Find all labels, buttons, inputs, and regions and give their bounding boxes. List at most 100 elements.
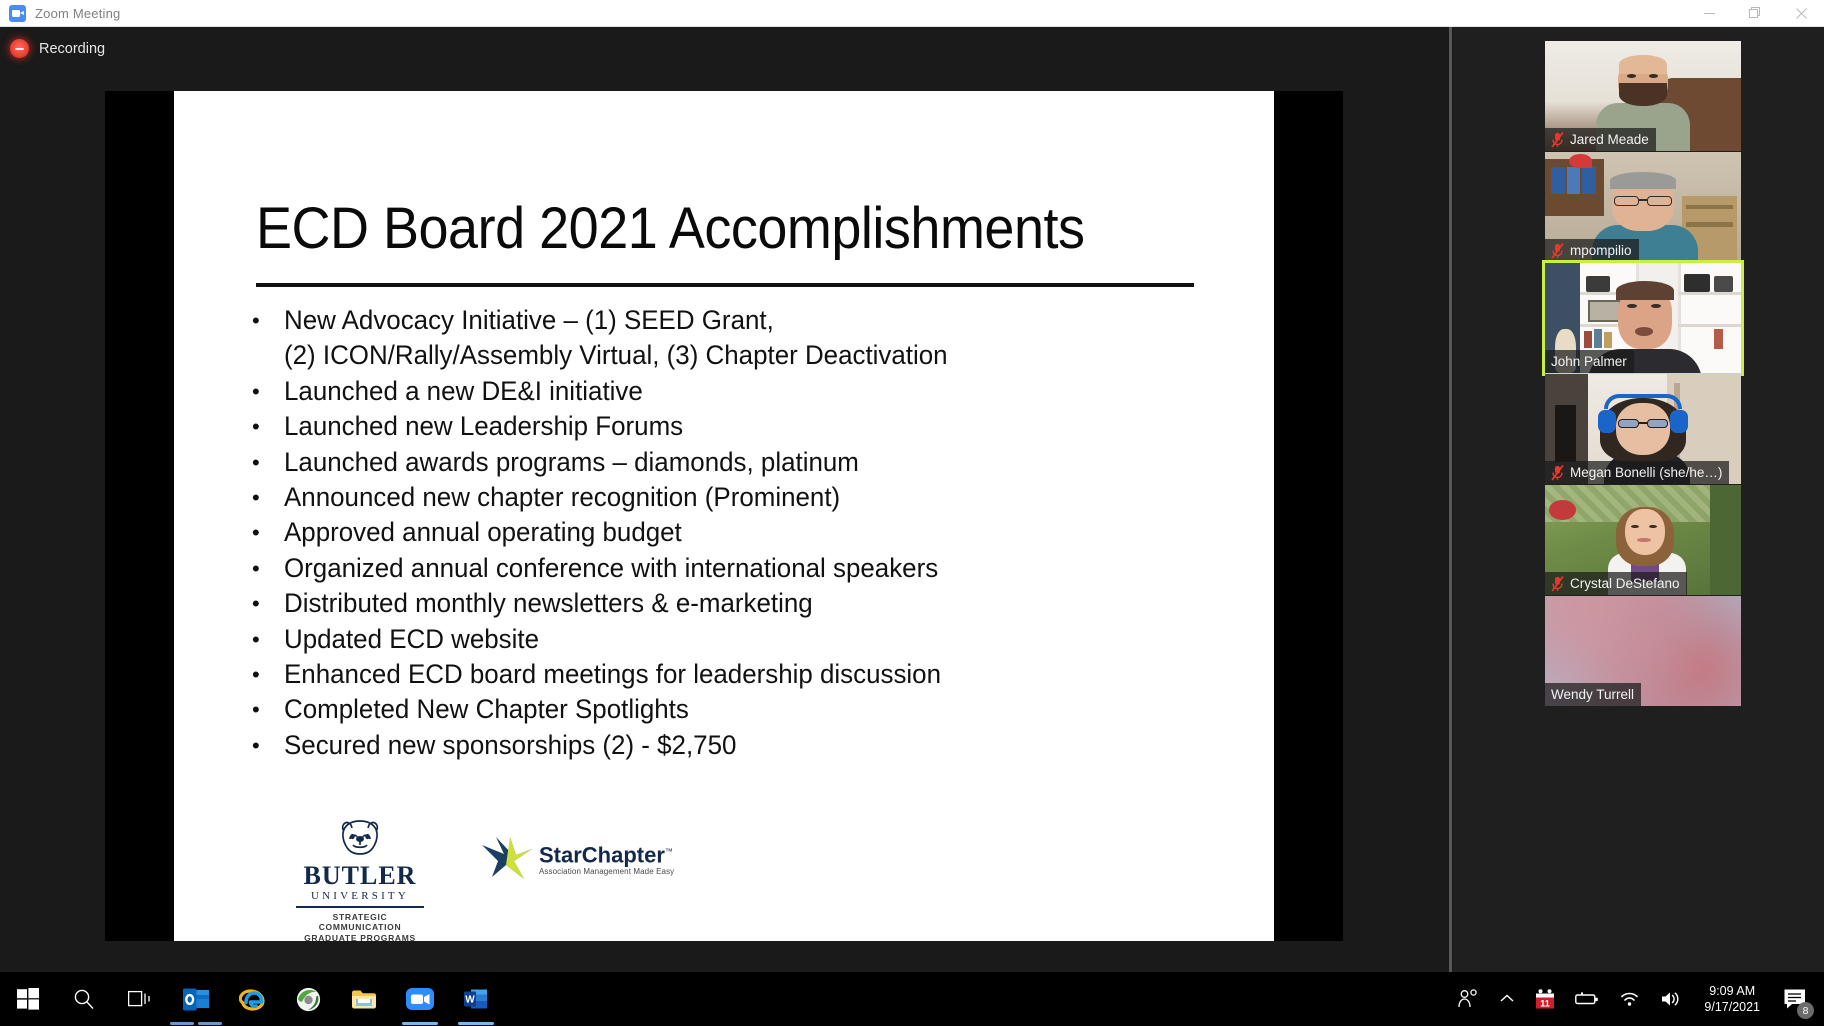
mute-mic-icon xyxy=(1551,243,1564,259)
participant-tile[interactable]: mpompilio xyxy=(1545,152,1741,262)
butler-wordmark: BUTLER xyxy=(303,861,417,890)
window-titlebar: Zoom Meeting xyxy=(0,0,1824,27)
slide-bullet: • Enhanced ECD board meetings for leaders… xyxy=(252,657,1232,692)
task-view-button[interactable] xyxy=(112,972,168,1026)
participant-nameplate: John Palmer xyxy=(1545,350,1634,373)
people-icon[interactable] xyxy=(1447,972,1489,1026)
bullet-marker-icon: • xyxy=(252,520,260,546)
zoom-button[interactable] xyxy=(392,972,448,1026)
bullet-text: Distributed monthly newsletters & e-mark… xyxy=(284,588,813,619)
bullet-text: Enhanced ECD board meetings for leadersh… xyxy=(284,659,942,690)
shared-screen-area[interactable]: ECD Board 2021 Accomplishments • New Advo… xyxy=(0,27,1448,999)
butler-tagline-line1: STRATEGIC COMMUNICATION xyxy=(318,911,402,933)
slide-bullet: • Launched awards programs – diamonds, pl… xyxy=(252,445,1232,480)
mute-mic-icon xyxy=(1551,465,1564,481)
participant-tile[interactable]: Megan Bonelli (she/he…) xyxy=(1545,374,1741,484)
starchapter-tagline: Association Management Made Easy xyxy=(539,867,675,877)
slide-bullet: • Updated ECD website xyxy=(252,622,1232,657)
starchapter-star-icon xyxy=(480,835,532,881)
participant-filmstrip: Jared Meade mpompilio John Palmer Megan … xyxy=(1453,27,1824,999)
participant-name: mpompilio xyxy=(1570,243,1632,258)
bullet-text: New Advocacy Initiative – (1) SEED Grant… xyxy=(284,305,948,371)
slide-logos: BUTLER UNIVERSITY STRATEGIC COMMUNICATIO… xyxy=(294,817,674,941)
bullet-text: Launched a new DE&I initiative xyxy=(284,375,643,406)
participant-name: Jared Meade xyxy=(1570,132,1649,147)
participant-name: Crystal DeStefano xyxy=(1570,576,1680,591)
butler-university-logo: BUTLER UNIVERSITY STRATEGIC COMMUNICATIO… xyxy=(294,817,426,941)
search-button[interactable] xyxy=(56,972,112,1026)
bullet-marker-icon: • xyxy=(252,485,260,511)
starchapter-wordmark: StarChapter xyxy=(539,842,665,868)
bullet-text: Launched awards programs – diamonds, pla… xyxy=(284,446,859,477)
butler-subtitle: UNIVERSITY xyxy=(311,890,409,902)
participant-tile[interactable]: Wendy Turrell xyxy=(1545,596,1741,706)
participant-name: Wendy Turrell xyxy=(1551,687,1635,702)
bullet-text: Organized annual conference with interna… xyxy=(284,552,939,583)
slide-title: ECD Board 2021 Accomplishments xyxy=(256,196,1085,261)
taskbar-apps: W xyxy=(0,972,504,1026)
outlook-button[interactable] xyxy=(168,972,224,1026)
participant-tile[interactable]: Crystal DeStefano xyxy=(1545,485,1741,595)
svg-text:W: W xyxy=(465,994,475,1005)
bullet-marker-icon: • xyxy=(252,449,260,475)
participant-tile[interactable]: Jared Meade xyxy=(1545,41,1741,151)
recording-label: Recording xyxy=(39,40,106,57)
bullet-text: Updated ECD website xyxy=(284,623,540,654)
butler-tagline-line2: GRADUATE PROGRAMS xyxy=(304,932,416,942)
notification-badge: 8 xyxy=(1797,1002,1814,1019)
app-green-button[interactable] xyxy=(280,972,336,1026)
file-explorer-button[interactable] xyxy=(336,972,392,1026)
participant-nameplate: Crystal DeStefano xyxy=(1545,572,1687,595)
bullet-marker-icon: • xyxy=(252,308,260,333)
clock-date: 9/17/2021 xyxy=(1704,1000,1760,1014)
restore-button[interactable] xyxy=(1732,0,1778,27)
slide-bullet-list: • New Advocacy Initiative – (1) SEED Gran… xyxy=(252,303,1232,763)
presentation-slide: ECD Board 2021 Accomplishments • New Advo… xyxy=(174,91,1274,941)
mute-mic-icon xyxy=(1551,576,1564,592)
participant-name: John Palmer xyxy=(1551,354,1627,369)
participant-nameplate: Megan Bonelli (she/he…) xyxy=(1545,461,1730,484)
slide-bullet: • Completed New Chapter Spotlights xyxy=(252,692,1232,727)
recording-indicator[interactable]: Recording xyxy=(10,39,105,58)
participant-nameplate: Wendy Turrell xyxy=(1545,683,1642,706)
mute-mic-icon xyxy=(1551,243,1564,259)
calendar-icon[interactable]: 11 xyxy=(1525,972,1565,1026)
mute-mic-icon xyxy=(1551,132,1564,148)
bullet-marker-icon: • xyxy=(252,378,260,404)
starchapter-trademark: ™ xyxy=(664,846,673,856)
internet-explorer-button[interactable] xyxy=(224,972,280,1026)
bullet-marker-icon: • xyxy=(252,732,260,758)
mute-mic-icon xyxy=(1551,132,1564,148)
clock[interactable]: 9:09 AM 9/17/2021 xyxy=(1692,972,1772,1026)
slide-bullet: • Launched new Leadership Forums xyxy=(252,409,1232,444)
bullet-text: Announced new chapter recognition (Promi… xyxy=(284,482,841,513)
word-button[interactable]: W xyxy=(448,972,504,1026)
window-title: Zoom Meeting xyxy=(35,5,121,21)
chevron-up-icon[interactable] xyxy=(1489,972,1525,1026)
close-button[interactable] xyxy=(1778,0,1824,27)
slide-bullet: • Organized annual conference with intern… xyxy=(252,551,1232,586)
slide-bullet: • Approved annual operating budget xyxy=(252,515,1232,550)
window-controls xyxy=(1686,0,1824,27)
start-button[interactable] xyxy=(0,972,56,1026)
bullet-marker-icon: • xyxy=(252,662,260,688)
notification-center-button[interactable]: 8 xyxy=(1772,972,1818,1026)
battery-icon[interactable] xyxy=(1565,972,1609,1026)
windows-taskbar: W 11 9:09 AM 9/17/2021 8 xyxy=(0,972,1824,1026)
mute-mic-icon xyxy=(1551,465,1564,481)
bullet-text: Secured new sponsorships (2) - $2,750 xyxy=(284,729,737,760)
mute-mic-icon xyxy=(1551,576,1564,592)
svg-text:11: 11 xyxy=(1541,998,1551,1008)
participant-tile[interactable]: John Palmer xyxy=(1542,260,1744,376)
butler-bulldog-icon xyxy=(335,817,385,861)
butler-rule xyxy=(296,906,424,908)
zoom-meeting-window: Recording ECD Board 2021 Accomplishments… xyxy=(0,27,1824,999)
minimize-button[interactable] xyxy=(1686,0,1732,27)
wifi-icon[interactable] xyxy=(1609,972,1650,1026)
bullet-text: Launched new Leadership Forums xyxy=(284,411,684,442)
participant-name: Megan Bonelli (she/he…) xyxy=(1570,465,1723,480)
participant-nameplate: Jared Meade xyxy=(1545,128,1656,151)
participant-nameplate: mpompilio xyxy=(1545,239,1639,262)
speaker-icon[interactable] xyxy=(1650,972,1692,1026)
system-tray: 11 9:09 AM 9/17/2021 8 xyxy=(1447,972,1824,1026)
